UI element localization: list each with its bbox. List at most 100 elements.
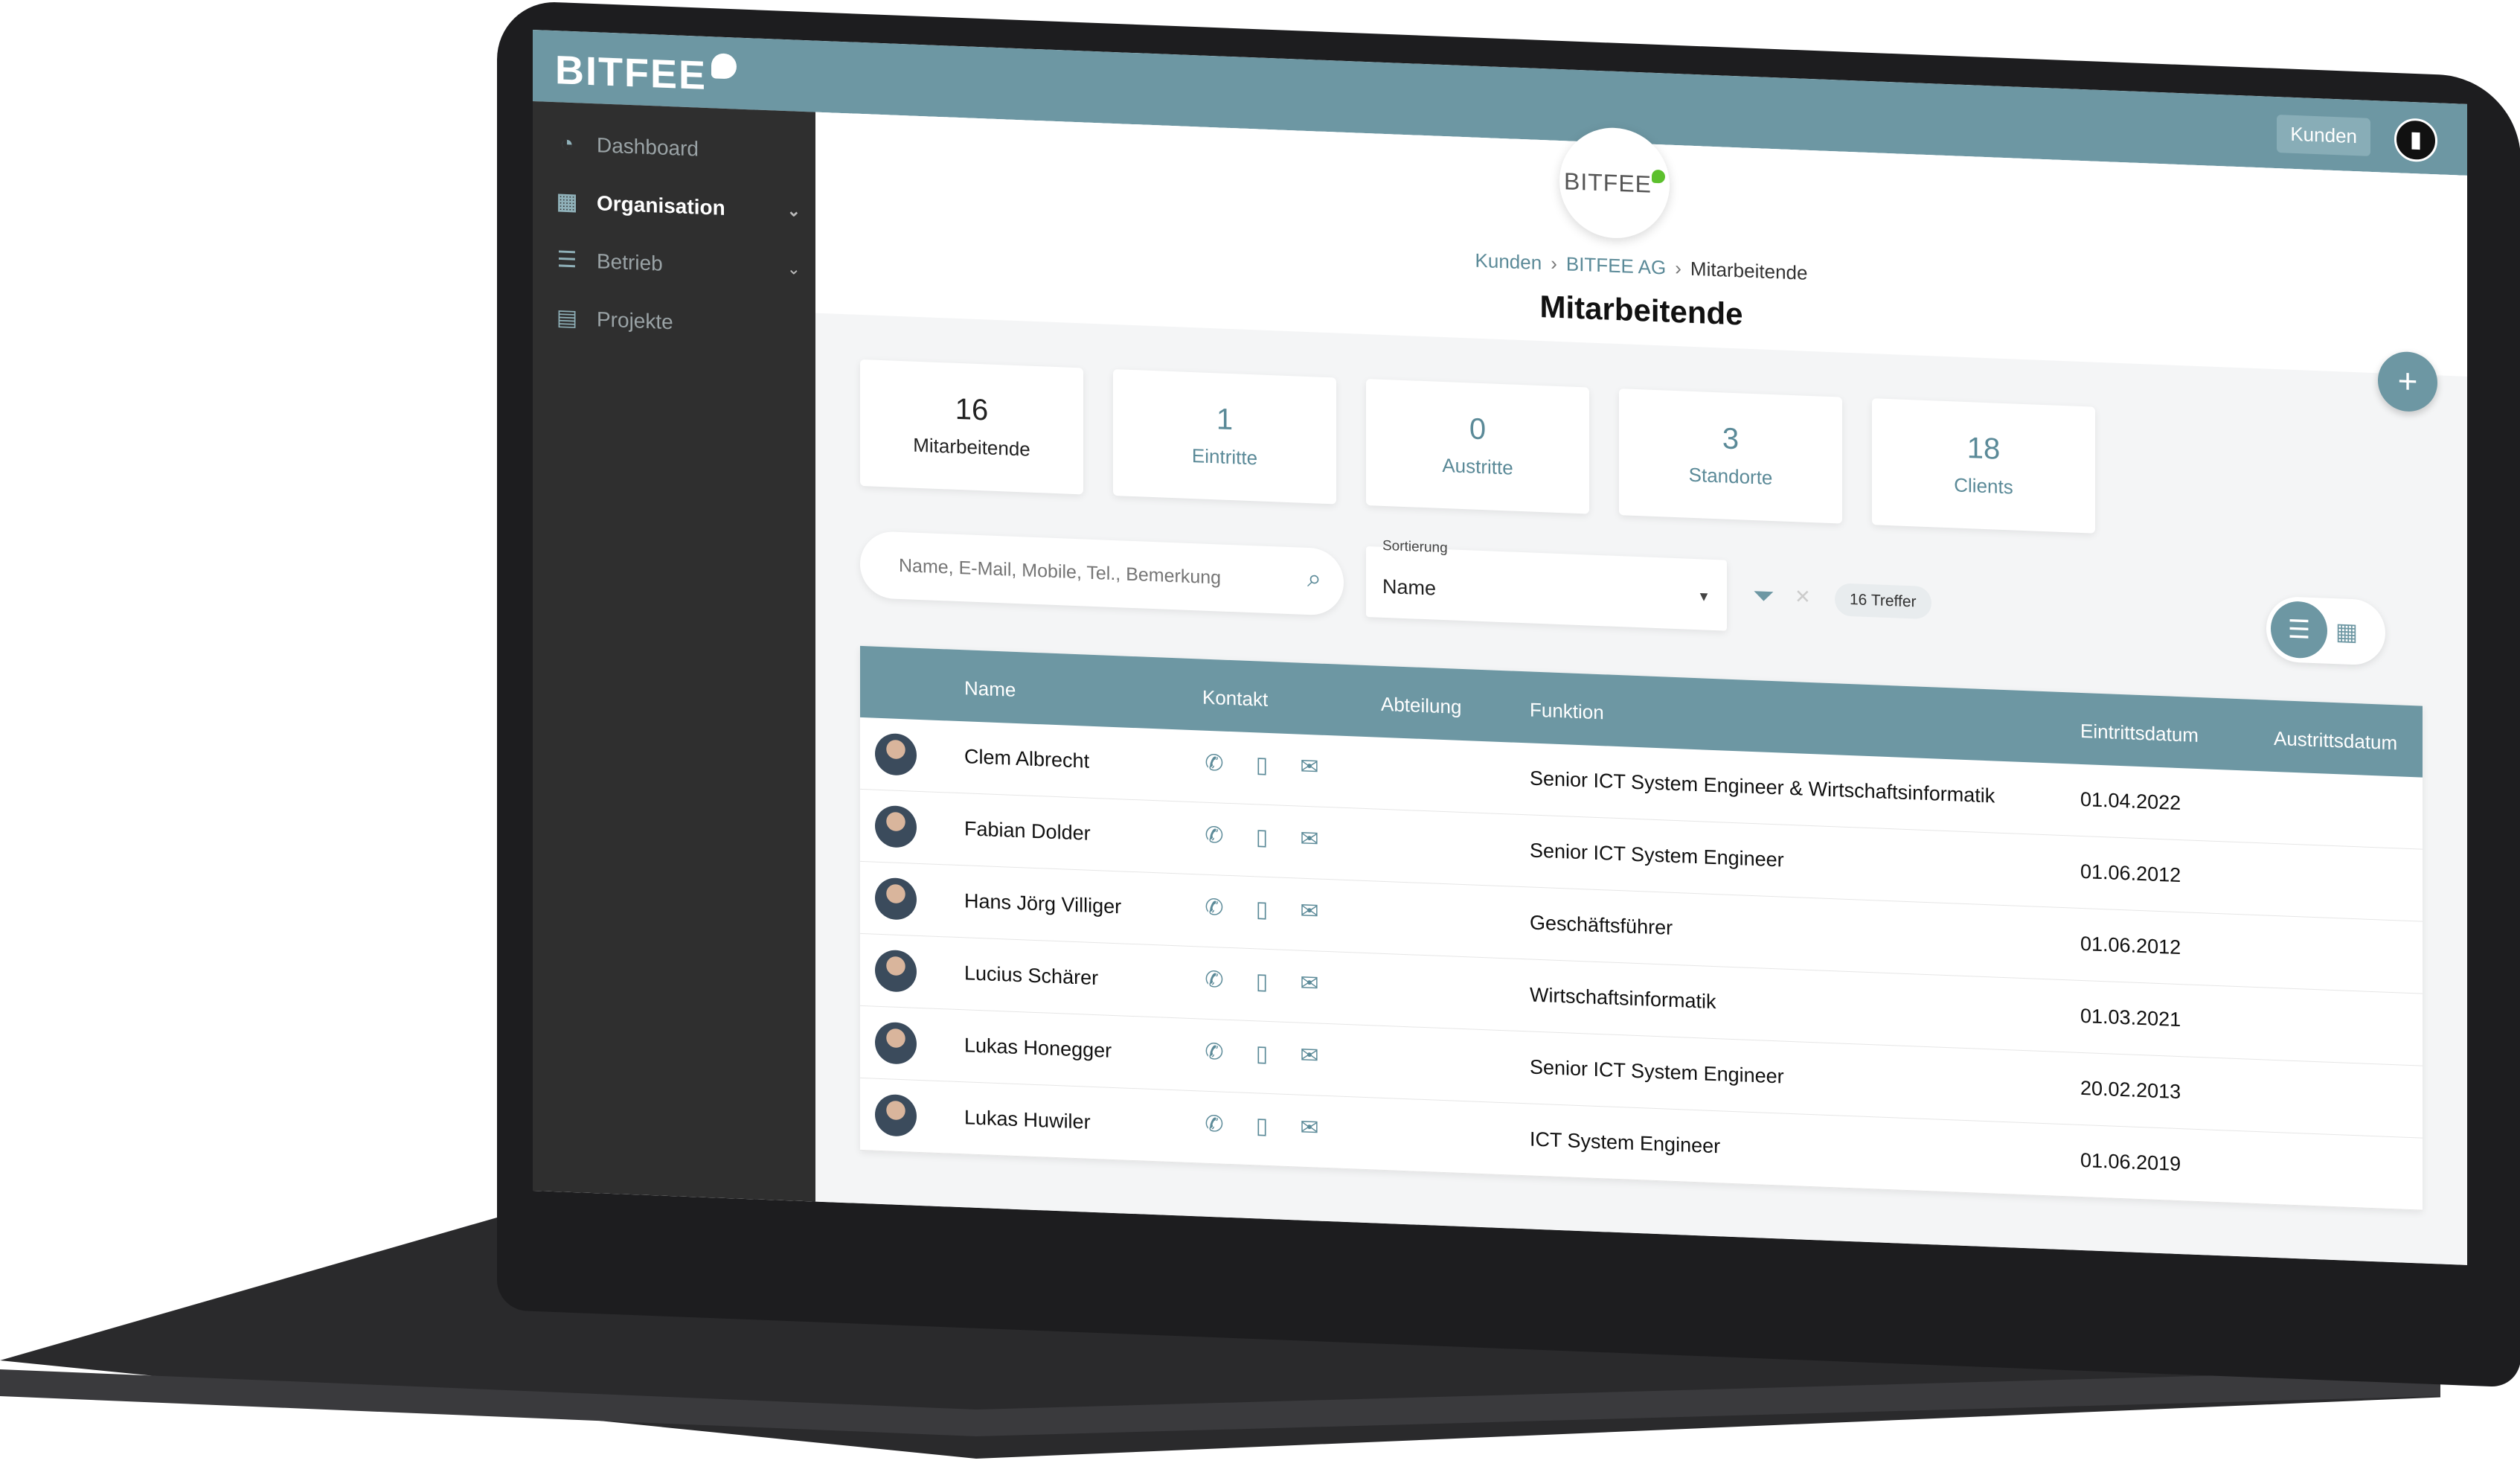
phone-icon[interactable]: ✆ [1202,822,1226,849]
clear-filter-icon[interactable]: ✕ [1795,585,1811,609]
employee-function: Geschäftsführer [1530,911,1673,939]
stat-label: Mitarbeitende [913,433,1030,461]
sidebar-item-dashboard[interactable]: ◔ Dashboard [555,131,801,165]
stat-card-eintritte[interactable]: 1 Eintritte [1113,368,1336,505]
speech-bubble-icon [711,53,737,80]
main-content: BITFEE Kunden › BITFEE AG › Mitarbeitende Mi… [815,112,2467,1265]
mail-icon[interactable]: ✉ [1298,970,1321,996]
contact-icons: ✆ ▯ ✉ [1202,750,1321,781]
user-avatar-icon[interactable]: ▮ [2394,118,2437,163]
employee-name: Lucius Schärer [964,962,1099,990]
avatar [875,1021,917,1065]
sidebar-item-label: Organisation [597,191,725,220]
entry-date: 20.02.2013 [2080,1076,2181,1104]
employee-function: Senior ICT System Engineer [1530,839,1784,871]
brand-logo[interactable]: BITFEE [555,47,737,100]
entry-date: 01.04.2022 [2080,787,2181,815]
avatar [875,732,917,776]
phone-icon[interactable]: ✆ [1202,750,1226,777]
stat-label: Clients [1954,473,2013,499]
breadcrumb-kunden[interactable]: Kunden [1475,249,1542,274]
caret-down-icon: ▼ [1697,589,1711,604]
breadcrumb-bitfee-ag[interactable]: BITFEE AG [1566,252,1666,278]
sidebar-item-label: Betrieb [597,249,663,275]
phone-icon[interactable]: ✆ [1202,895,1226,921]
chevron-down-icon: ⌄ [786,259,801,278]
laptop-screen: BITFEE Kunden ▮ ◔ Dashboard ▦ Organisati… [533,30,2467,1265]
stat-card-standorte[interactable]: 3 Standorte [1619,388,1842,524]
view-toggle: ☰ ▦ [2266,595,2385,666]
contact-icons: ✆ ▯ ✉ [1202,895,1321,925]
phone-icon[interactable]: ✆ [1202,1039,1226,1066]
employee-function: Senior ICT System Engineer & Wirtschafts… [1530,767,1995,807]
mail-icon[interactable]: ✉ [1298,1042,1321,1069]
stat-value: 18 [1966,432,2001,466]
stat-value: 1 [1216,403,1234,437]
kunden-button[interactable]: Kunden [2277,115,2370,156]
stat-value: 3 [1722,422,1740,456]
pie-chart-icon: ◔ [560,131,574,157]
stat-card-clients[interactable]: 18 Clients [1872,398,2095,534]
breadcrumb-current: Mitarbeitende [1690,257,1808,284]
employee-function: ICT System Engineer [1530,1127,1721,1158]
stat-label: Austritte [1442,453,1513,479]
column-header-department[interactable]: Abteilung [1381,693,1461,719]
sidebar-item-betrieb[interactable]: ☰ Betrieb ⌄ [555,247,801,281]
sort-label: Sortierung [1382,537,1448,557]
mobile-icon[interactable]: ▯ [1250,752,1274,778]
sidebar-item-label: Projekte [597,307,673,334]
phone-icon[interactable]: ✆ [1202,967,1226,994]
leaf-icon [1652,169,1665,184]
search-icon[interactable]: ⌕ [1307,564,1321,594]
avatar [875,949,917,993]
mobile-icon[interactable]: ▯ [1250,896,1274,923]
avatar [875,1093,917,1137]
mobile-icon[interactable]: ▯ [1250,1040,1274,1067]
breadcrumb-separator: › [1551,252,1557,275]
building-icon: ▦ [556,189,578,215]
sort-select[interactable]: Sortierung Name ▼ [1366,538,1727,631]
list-icon: ☰ [557,247,577,273]
company-logo-text: BITFEE [1563,167,1652,198]
column-header-contact: Kontakt [1202,685,1269,711]
mobile-icon[interactable]: ▯ [1250,824,1274,851]
breadcrumb-separator: › [1675,256,1681,280]
stat-card-austritte[interactable]: 0 Austritte [1366,379,1589,514]
mail-icon[interactable]: ✉ [1298,1114,1321,1141]
sidebar-item-projekte[interactable]: ▤ Projekte [555,305,801,339]
contact-icons: ✆ ▯ ✉ [1202,822,1321,853]
sidebar: ◔ Dashboard ▦ Organisation ⌄ ☰ Betrieb ⌄… [533,101,815,1202]
entry-date: 01.03.2021 [2080,1004,2181,1031]
phone-icon[interactable]: ✆ [1202,1111,1226,1138]
mail-icon[interactable]: ✉ [1298,898,1321,924]
employee-name: Clem Albrecht [964,745,1090,772]
mail-icon[interactable]: ✉ [1298,825,1321,852]
sort-value: Name [1382,575,1437,600]
avatar [875,804,917,848]
stat-label: Standorte [1688,463,1773,490]
column-header-name[interactable]: Name [964,676,1016,702]
filter-icon[interactable]: ⏷ [1753,580,1774,612]
employee-name: Lukas Huwiler [964,1106,1091,1133]
stat-value: 0 [1469,412,1487,447]
column-header-exit-date[interactable]: Austrittsdatum [2274,727,2397,755]
brand-name: BITFEE [555,48,708,98]
stat-label: Eintritte [1191,444,1258,470]
avatar [875,877,917,921]
mobile-icon[interactable]: ▯ [1250,1113,1274,1139]
clipboard-icon: ▤ [556,305,578,331]
search-input[interactable] [897,551,1287,595]
mobile-icon[interactable]: ▯ [1250,968,1274,995]
column-header-entry-date[interactable]: Eintrittsdatum [2080,720,2199,747]
mail-icon[interactable]: ✉ [1298,753,1321,780]
stat-card-mitarbeitende[interactable]: 16 Mitarbeitende [860,359,1083,495]
employee-table: Name Kontakt Abteilung Funktion Eintritt… [860,645,2423,1211]
sidebar-item-label: Dashboard [597,133,699,161]
hits-badge: 16 Treffer [1835,583,1931,620]
contact-icons: ✆ ▯ ✉ [1202,1039,1321,1069]
sidebar-item-organisation[interactable]: ▦ Organisation ⌄ [555,189,801,223]
column-header-function[interactable]: Funktion [1530,698,1604,724]
employee-name: Fabian Dolder [964,817,1091,845]
grid-view-icon[interactable]: ▦ [2318,602,2375,661]
employee-name: Hans Jörg Villiger [964,889,1122,918]
